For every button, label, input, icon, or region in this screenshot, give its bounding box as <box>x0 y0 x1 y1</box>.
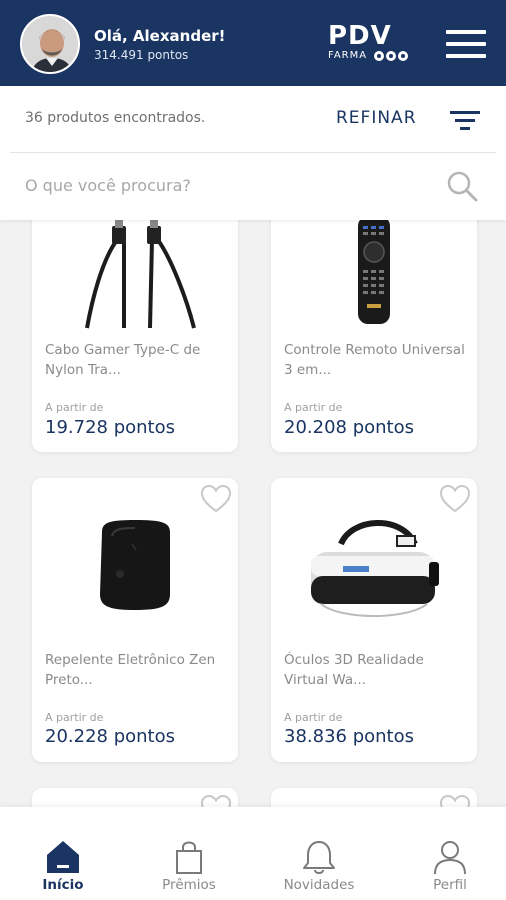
price-from-label: A partir de <box>284 711 343 724</box>
brand-logo: PDV FARMA <box>328 22 412 66</box>
bottom-navigation: Início Prêmios Novidades Perfil <box>0 807 506 900</box>
nav-item-inicio[interactable]: Início <box>0 807 126 900</box>
nav-item-perfil[interactable]: Perfil <box>387 807 506 900</box>
app-screen: Olá, Alexander! 314.491 pontos PDV FARMA… <box>0 0 506 900</box>
price-from-label: A partir de <box>45 711 104 724</box>
search-icon[interactable] <box>446 170 478 202</box>
nav-item-premios[interactable]: Prêmios <box>126 807 252 900</box>
menu-bar <box>446 30 486 34</box>
nav-item-novidades[interactable]: Novidades <box>256 807 382 900</box>
app-header: Olá, Alexander! 314.491 pontos PDV FARMA <box>0 0 506 86</box>
nav-label: Prêmios <box>162 877 216 893</box>
product-name: Repelente Eletrônico Zen Preto... <box>45 652 216 688</box>
avatar[interactable] <box>20 14 80 74</box>
search-input[interactable] <box>14 165 434 205</box>
bell-icon <box>303 841 335 874</box>
product-price: 20.208 pontos <box>284 417 414 438</box>
product-card[interactable]: Controle Remoto Universal 3 em... A part… <box>271 190 477 452</box>
menu-bar <box>446 42 486 46</box>
product-price: 20.228 pontos <box>45 726 175 747</box>
results-count: 36 produtos encontrados. <box>25 110 206 126</box>
filter-icon[interactable] <box>450 108 480 132</box>
nav-label: Perfil <box>433 877 467 893</box>
product-price: 38.836 pontos <box>284 726 414 747</box>
panel-divider <box>10 152 496 153</box>
logo-dots-icon <box>374 51 408 61</box>
heart-icon[interactable] <box>439 484 471 514</box>
logo-sub-text: FARMA <box>328 50 368 61</box>
product-card[interactable]: Cabo Gamer Type-C de Nylon Tra... A part… <box>32 190 238 452</box>
nav-label: Novidades <box>283 877 355 893</box>
cable-image <box>85 220 196 329</box>
price-from-label: A partir de <box>284 401 343 414</box>
menu-bar <box>446 54 486 58</box>
repellent-image <box>100 520 170 610</box>
hamburger-menu-button[interactable] <box>444 26 488 62</box>
home-icon <box>47 841 79 873</box>
product-name: Controle Remoto Universal 3 em... <box>284 342 465 378</box>
product-card[interactable]: Repelente Eletrônico Zen Preto... A part… <box>32 478 238 762</box>
logo-main-text: PDV <box>328 21 392 51</box>
person-icon <box>434 841 466 875</box>
price-from-label: A partir de <box>45 401 104 414</box>
vr-headset-image <box>311 520 439 617</box>
shopping-bag-icon <box>176 841 202 874</box>
product-price: 19.728 pontos <box>45 417 175 438</box>
remote-image <box>358 216 390 324</box>
product-name: Cabo Gamer Type-C de Nylon Tra... <box>45 342 201 378</box>
nav-label: Início <box>42 877 84 893</box>
product-name: Óculos 3D Realidade Virtual Wa... <box>284 652 424 688</box>
greeting-text: Olá, Alexander! <box>94 27 226 45</box>
refine-button[interactable]: REFINAR <box>336 108 417 128</box>
points-balance: 314.491 pontos <box>94 48 189 62</box>
heart-icon[interactable] <box>200 484 232 514</box>
product-card[interactable]: Óculos 3D Realidade Virtual Wa... A part… <box>271 478 477 762</box>
filter-panel: 36 produtos encontrados. REFINAR <box>0 86 506 220</box>
